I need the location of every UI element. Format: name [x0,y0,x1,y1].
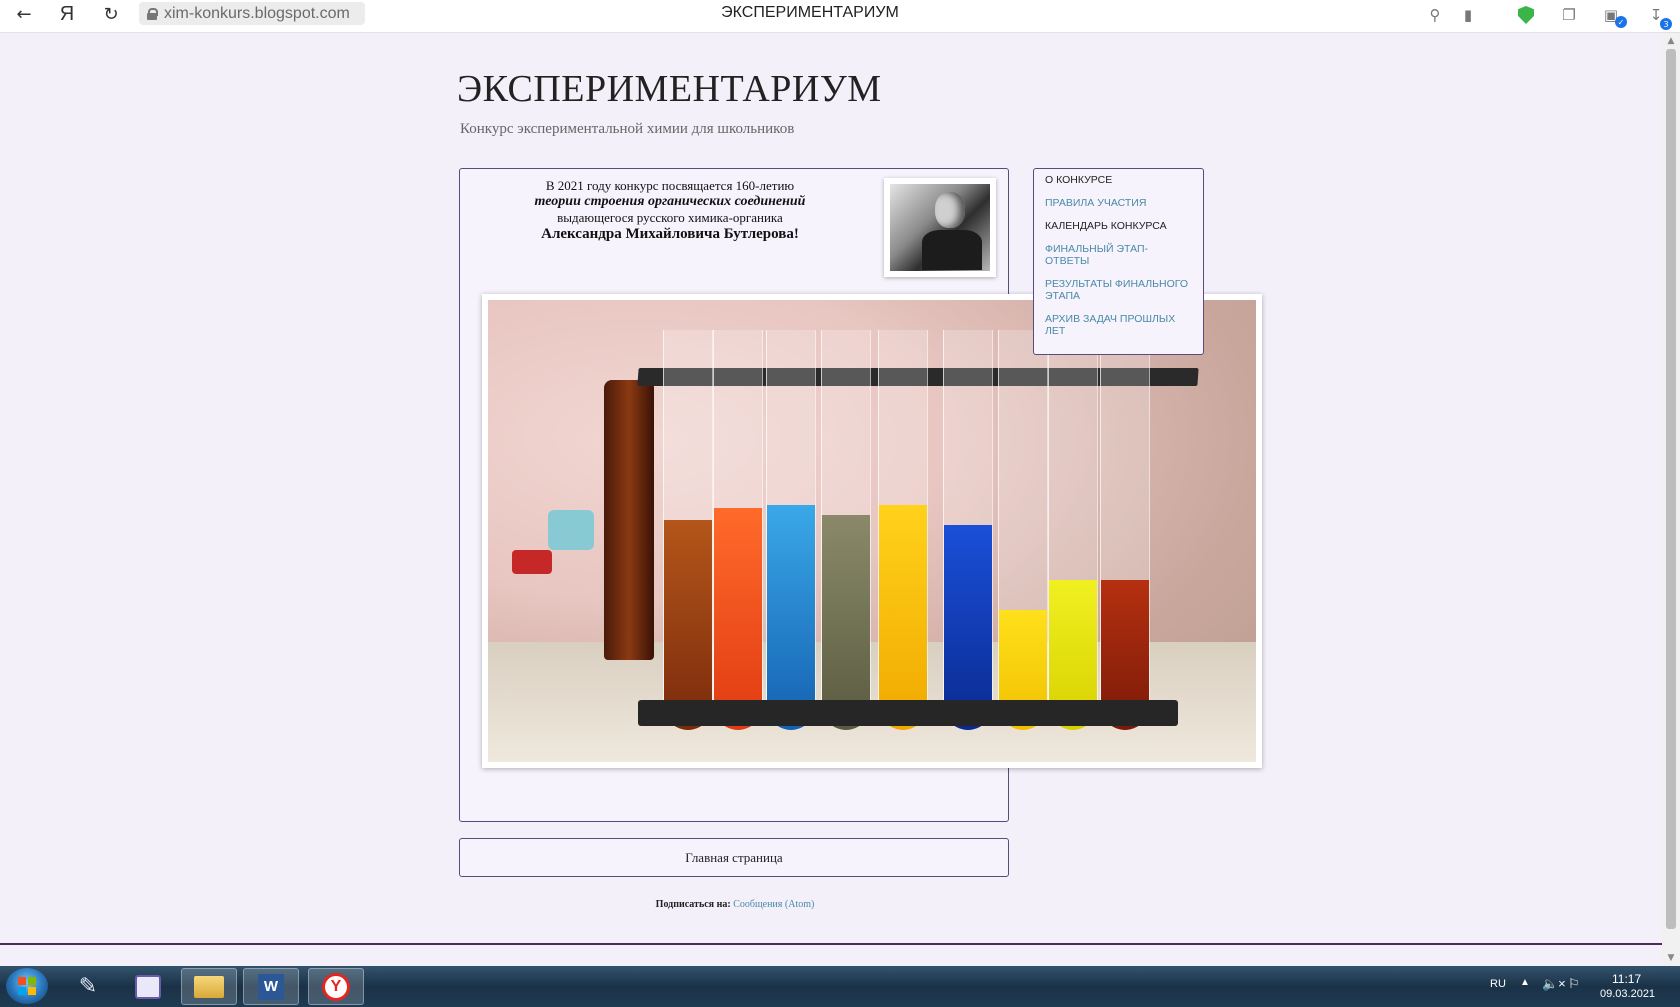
subscribe-line: Подписаться на: Сообщения (Atom) [0,899,1470,910]
media-player-icon[interactable] [120,968,176,1005]
scroll-up-arrow-icon[interactable]: ▲ [1662,33,1680,49]
post-intro: В 2021 году конкурс посвящается 160-лети… [459,178,881,242]
action-center-icon[interactable]: ⚐ [1568,976,1580,992]
sidebar-pages: О конкурсе Правила участия Календарь кон… [1033,168,1204,355]
bookmark-icon[interactable]: ▮ [1458,4,1478,26]
intro-line-2: теории строения органических соединений [534,194,806,209]
clock-date[interactable]: 09.03.2021 [1600,988,1655,1000]
yandex-browser-icon[interactable]: Y [308,968,364,1005]
nav-item-final-results[interactable]: Результаты финального этапа [1045,278,1192,302]
scroll-down-arrow-icon[interactable]: ▼ [1662,950,1680,966]
start-button-icon[interactable] [6,968,48,1004]
windows-taskbar: ✎ W Y RU ▲ 🔈× ⚐ 11:17 09.03.2021 [0,966,1680,1007]
protect-shield-icon[interactable] [1515,4,1537,26]
translate-extension-icon[interactable]: ▣ ✓ [1600,4,1627,28]
butlerov-portrait[interactable] [884,178,996,277]
show-hidden-icons-icon[interactable]: ▲ [1520,977,1530,988]
blog-title[interactable]: ЭКСПЕРИМЕНТАРИУМ [457,67,882,111]
file-explorer-icon[interactable] [181,968,237,1005]
downloads-icon[interactable]: ↧ 3 [1645,4,1672,30]
home-page-link[interactable]: Главная страница [459,838,1009,877]
clock-time[interactable]: 11:17 [1612,972,1641,986]
test-tubes-photo[interactable] [482,294,1262,768]
browser-toolbar: ← Я ↻ xim-konkurs.blogspot.com ЭКСПЕРИМЕ… [0,0,1680,33]
nav-item-calendar[interactable]: Календарь конкурса [1045,220,1192,232]
downloads-count-badge: 3 [1660,18,1672,30]
browser-page-title: ЭКСПЕРИМЕНТАРИУМ [721,4,899,21]
nav-item-about[interactable]: О конкурсе [1045,174,1192,186]
nav-item-final-answers[interactable]: Финальный этап-ответы [1045,243,1192,267]
atom-feed-link[interactable]: Сообщения (Atom) [733,899,814,910]
portrait-image [890,184,990,271]
intro-line-4: Александра Михайловича Бутлерова! [541,226,799,242]
collections-icon[interactable]: ❐ [1558,4,1580,26]
blog-description: Конкурс экспериментальной химии для школ… [460,121,795,137]
intro-line-1: В 2021 году конкурс посвящается 160-лети… [545,178,795,193]
word-app-icon[interactable]: W [243,968,299,1005]
scroll-thumb[interactable] [1666,49,1676,929]
intro-line-3: выдающегося русского химика-органика [557,210,783,225]
scanner-app-icon[interactable]: ✎ [60,968,116,1005]
photo-image [488,300,1256,762]
footer-divider [0,943,1662,945]
nav-item-archive[interactable]: Архив задач прошлых лет [1045,313,1192,337]
page-scrollbar[interactable]: ▲ ▼ [1662,33,1680,966]
nav-item-rules[interactable]: Правила участия [1045,197,1192,209]
search-icon[interactable]: ⚲ [1424,4,1446,26]
volume-muted-icon[interactable]: 🔈× [1542,976,1566,992]
subscribe-label: Подписаться на: [655,899,731,910]
language-indicator[interactable]: RU [1490,978,1506,990]
